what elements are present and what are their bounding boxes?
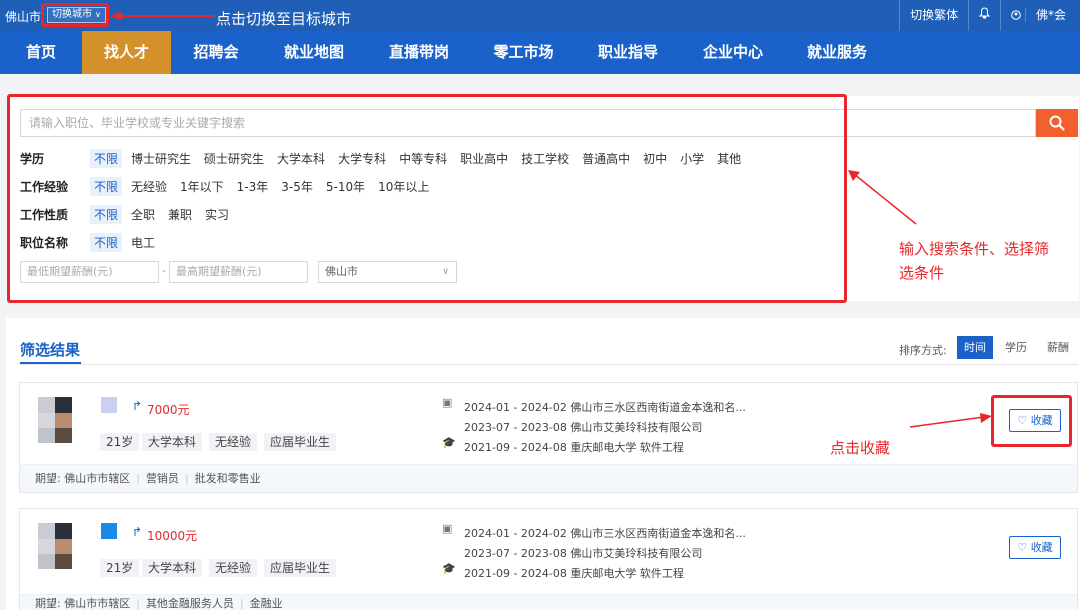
- current-city: 佛山市: [5, 10, 42, 24]
- favorite-hint: 点击收藏: [830, 439, 891, 457]
- nav-item-find-talent[interactable]: 找人才: [82, 31, 171, 74]
- expect-label: 期望:: [35, 597, 61, 610]
- results-title: 筛选结果: [20, 341, 81, 359]
- expected-salary: 10000元: [147, 529, 198, 543]
- main-nav: 首页 找人才 招聘会 就业地图 直播带岗 零工市场 职业指导 企业中心 就业服务: [0, 31, 1080, 74]
- search-button[interactable]: [1036, 109, 1078, 137]
- search-hint-line2: 选条件: [899, 264, 945, 282]
- briefcase-icon: ▣: [442, 396, 453, 409]
- avatar: [38, 397, 72, 443]
- switch-city-highlight-box: [41, 3, 109, 27]
- candidate-name-mask: [101, 523, 117, 539]
- results-divider: [20, 364, 1078, 365]
- tag-experience: 无经验: [209, 433, 258, 451]
- search-highlight-box: [7, 94, 847, 303]
- nav-item-live-recruit[interactable]: 直播带岗: [367, 31, 471, 74]
- expect-job: 营销员: [145, 472, 179, 485]
- salary-icon: ↱: [132, 525, 143, 539]
- favorite-highlight-box: [991, 395, 1072, 447]
- nav-item-career-guide[interactable]: 职业指导: [576, 31, 680, 74]
- nav-item-job-map[interactable]: 就业地图: [261, 31, 367, 74]
- sort-by-time[interactable]: 时间: [957, 336, 993, 359]
- tag-age: 21岁: [100, 433, 140, 451]
- heart-icon: ♡: [1017, 541, 1028, 554]
- favorite-label: 收藏: [1030, 541, 1053, 554]
- work-experience-2: 2023-07 - 2023-08 佛山市艾美玲科技有限公司: [464, 421, 703, 434]
- expect-label: 期望:: [35, 472, 61, 485]
- user-icon: [1011, 10, 1021, 20]
- expect-location: 佛山市市辖区: [64, 597, 131, 610]
- expect-industry: 批发和零售业: [194, 472, 261, 485]
- work-experience-2: 2023-07 - 2023-08 佛山市艾美玲科技有限公司: [464, 547, 703, 560]
- search-icon: [1049, 115, 1065, 131]
- bell-icon[interactable]: [968, 0, 1000, 31]
- candidate-card[interactable]: ↱ 10000元 21岁 大学本科 无经验 应届毕业生 ▣ 2024-01 - …: [19, 508, 1078, 610]
- nav-item-home[interactable]: 首页: [0, 31, 82, 74]
- education-history: 2021-09 - 2024-08 重庆邮电大学 软件工程: [464, 441, 684, 454]
- switch-city-arrow: [110, 11, 214, 21]
- sort-label: 排序方式:: [899, 344, 947, 357]
- tag-education: 大学本科: [142, 559, 203, 577]
- education-history: 2021-09 - 2024-08 重庆邮电大学 软件工程: [464, 567, 684, 580]
- user-menu[interactable]: 佛*会: [1000, 0, 1080, 31]
- nav-item-gig-market[interactable]: 零工市场: [471, 31, 576, 74]
- candidate-card[interactable]: ↱ 7000元 21岁 大学本科 无经验 应届毕业生 ▣ 2024-01 - 2…: [19, 382, 1078, 493]
- salary-icon: ↱: [132, 399, 143, 413]
- expected-salary: 7000元: [147, 403, 190, 417]
- tag-status: 应届毕业生: [264, 559, 337, 577]
- work-experience-1: 2024-01 - 2024-02 佛山市三水区西南街道金本逸和名...: [464, 401, 746, 414]
- briefcase-icon: ▣: [442, 522, 453, 535]
- sort-by-education[interactable]: 学历: [998, 336, 1034, 359]
- favorite-button[interactable]: ♡ 收藏: [1009, 536, 1061, 559]
- card-expectation: 期望: 佛山市市辖区 | 营销员 | 批发和零售业: [20, 464, 1077, 492]
- expect-job: 其他金融服务人员: [145, 597, 234, 610]
- search-hint-arrow: [848, 170, 917, 225]
- user-name: 佛*会: [1024, 8, 1076, 22]
- candidate-name-mask: [101, 397, 117, 413]
- results-title-underline: [20, 362, 81, 364]
- tag-status: 应届毕业生: [264, 433, 337, 451]
- tag-experience: 无经验: [209, 559, 258, 577]
- expect-location: 佛山市市辖区: [64, 472, 131, 485]
- switch-city-hint: 点击切换至目标城市: [216, 10, 352, 28]
- graduation-cap-icon: 🎓: [442, 436, 456, 449]
- tag-education: 大学本科: [142, 433, 203, 451]
- nav-item-enterprise-center[interactable]: 企业中心: [680, 31, 786, 74]
- favorite-hint-arrow: [909, 413, 992, 428]
- expect-industry: 金融业: [249, 597, 283, 610]
- sort-by-salary[interactable]: 薪酬: [1040, 336, 1076, 359]
- search-hint-line1: 输入搜索条件、选择筛: [899, 240, 1050, 258]
- graduation-cap-icon: 🎓: [442, 562, 456, 575]
- top-right-links: 切换繁体 佛*会: [899, 0, 1080, 31]
- tag-age: 21岁: [100, 559, 140, 577]
- nav-item-job-fair[interactable]: 招聘会: [171, 31, 261, 74]
- traditional-chinese-link[interactable]: 切换繁体: [899, 0, 968, 31]
- avatar: [38, 523, 72, 569]
- nav-item-employment-service[interactable]: 就业服务: [786, 31, 888, 74]
- work-experience-1: 2024-01 - 2024-02 佛山市三水区西南街道金本逸和名...: [464, 527, 746, 540]
- card-expectation: 期望: 佛山市市辖区 | 其他金融服务人员 | 金融业: [20, 594, 1077, 610]
